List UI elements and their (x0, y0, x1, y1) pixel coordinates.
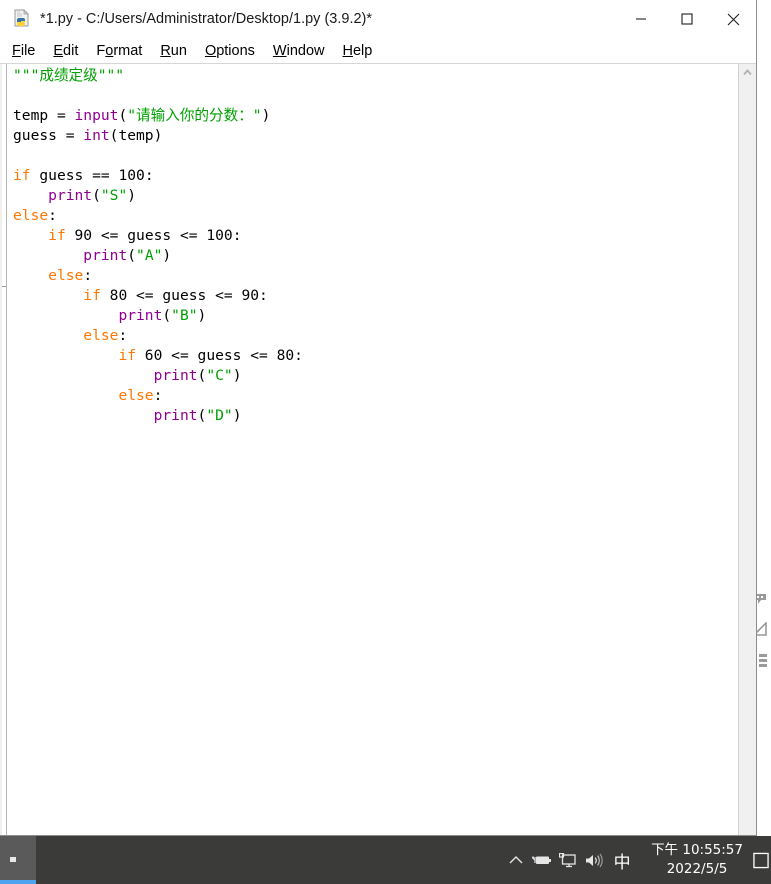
battery-charging-icon[interactable] (529, 836, 555, 884)
volume-speaker-icon[interactable] (581, 836, 607, 884)
idle-editor-window: *1.py - C:/Users/Administrator/Desktop/1… (0, 0, 757, 836)
title-bar[interactable]: *1.py - C:/Users/Administrator/Desktop/1… (0, 0, 756, 39)
ime-indicator[interactable]: 中 (607, 836, 637, 884)
scroll-up-arrow[interactable] (739, 64, 756, 81)
code-text-area[interactable]: """成绩定级""" temp = input("请输入你的分数：") gues… (7, 64, 738, 835)
desktop-background: *1.py - C:/Users/Administrator/Desktop/1… (0, 0, 771, 884)
menu-item-options[interactable]: Options (205, 43, 255, 59)
taskbar-active-indicator (0, 880, 36, 884)
editor-sash-mark[interactable] (0, 286, 6, 287)
window-controls (618, 0, 756, 38)
menu-item-format[interactable]: Format (96, 43, 142, 59)
python-file-icon (12, 9, 32, 29)
editor-vertical-scrollbar[interactable] (738, 64, 756, 835)
taskbar: 中 下午 10:55:57 2022/5/5 (0, 836, 771, 884)
menu-item-window[interactable]: Window (273, 43, 325, 59)
taskbar-clock[interactable]: 下午 10:55:57 2022/5/5 (637, 836, 753, 884)
window-title: *1.py - C:/Users/Administrator/Desktop/1… (40, 11, 373, 27)
taskbar-item-glyph (10, 857, 16, 862)
idle-taskbar-item[interactable] (0, 836, 36, 884)
action-center-icon[interactable] (753, 836, 769, 884)
system-tray: 中 下午 10:55:57 2022/5/5 (503, 836, 771, 884)
clock-date: 2022/5/5 (666, 861, 728, 877)
maximize-button[interactable] (664, 0, 710, 38)
menu-item-run[interactable]: Run (160, 43, 187, 59)
menu-item-edit[interactable]: Edit (53, 43, 78, 59)
show-hidden-icons-chevron[interactable] (503, 836, 529, 884)
menu-item-help[interactable]: Help (343, 43, 373, 59)
close-button[interactable] (710, 0, 756, 38)
editor-region: """成绩定级""" temp = input("请输入你的分数：") gues… (0, 64, 756, 835)
editor-left-margin (0, 64, 7, 835)
clock-time: 下午 10:55:57 (651, 842, 743, 858)
minimize-button[interactable] (618, 0, 664, 38)
menu-item-file[interactable]: File (12, 43, 35, 59)
menu-bar: File Edit Format Run Options Window Help (0, 39, 756, 64)
python-source-code[interactable]: """成绩定级""" temp = input("请输入你的分数：") gues… (13, 66, 738, 426)
network-monitor-icon[interactable] (555, 836, 581, 884)
